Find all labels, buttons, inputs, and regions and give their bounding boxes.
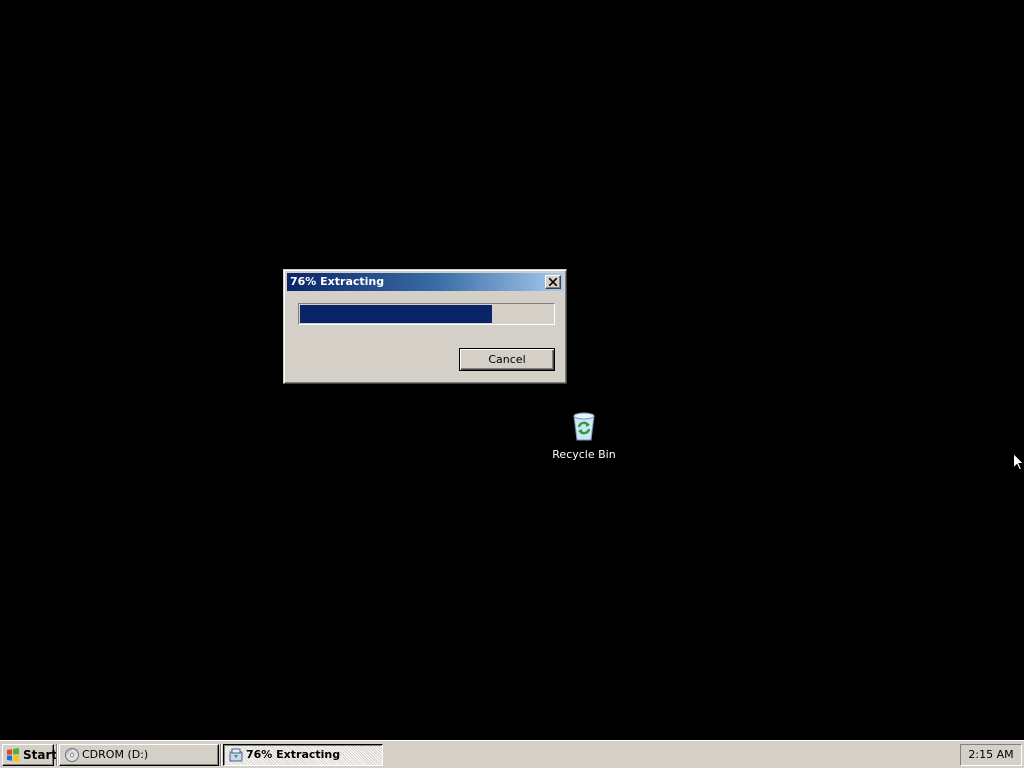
system-tray-clock[interactable]: 2:15 AM: [960, 744, 1022, 766]
dialog-titlebar[interactable]: 76% Extracting: [287, 273, 563, 291]
mouse-cursor-icon: [1013, 453, 1024, 471]
extract-progress-dialog: 76% Extracting Cancel: [283, 269, 567, 384]
recycle-bin-label: Recycle Bin: [552, 448, 616, 461]
close-icon: [549, 278, 557, 286]
windows-logo-icon: [7, 748, 19, 762]
cdrom-drive-icon: [65, 748, 79, 762]
extract-icon: [229, 748, 243, 762]
taskbar-button-label: CDROM (D:): [82, 748, 149, 761]
progress-bar-fill: [300, 305, 492, 323]
desktop-icon-recycle-bin[interactable]: Recycle Bin: [548, 410, 620, 466]
taskbar-button-label: 76% Extracting: [246, 748, 341, 761]
taskbar-button-extracting[interactable]: 76% Extracting: [223, 744, 383, 766]
taskbar-button-cdrom[interactable]: CDROM (D:): [59, 744, 219, 766]
progress-bar: [298, 303, 555, 325]
cancel-button[interactable]: Cancel: [459, 348, 555, 371]
start-button[interactable]: Start: [2, 744, 58, 766]
taskbar-separator: [220, 744, 222, 766]
taskbar: Start CDROM (D:) 76% Extracting 2:15 AM: [0, 740, 1024, 768]
start-label: Start: [23, 748, 58, 762]
close-button[interactable]: [545, 275, 561, 289]
dialog-title: 76% Extracting: [290, 275, 385, 288]
taskbar-separator: [56, 744, 58, 766]
recycle-bin-icon: [573, 412, 595, 441]
desktop: 76% Extracting Cancel Recycle Bin: [0, 0, 1024, 740]
